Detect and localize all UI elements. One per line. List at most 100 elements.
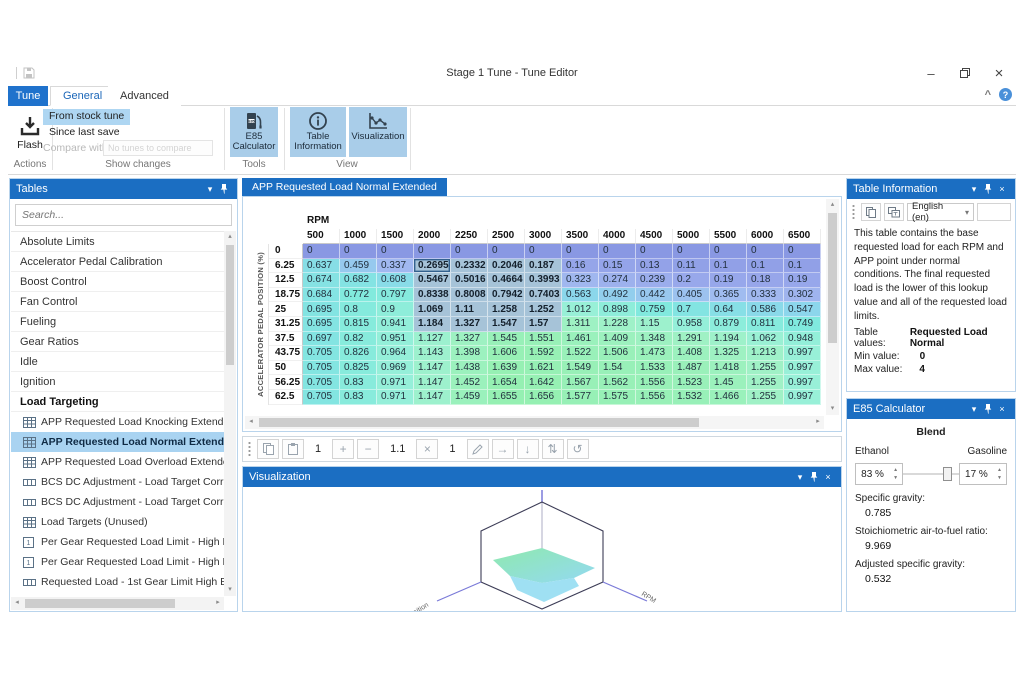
grid-cell[interactable]: 0.684	[303, 288, 340, 303]
grid-cell[interactable]: 0.83	[340, 375, 377, 390]
grid-cell[interactable]: 1.556	[636, 375, 673, 390]
grid-cell[interactable]: 0.898	[599, 302, 636, 317]
close-button[interactable]: ×	[982, 62, 1016, 84]
grid-cell[interactable]: 0.797	[377, 288, 414, 303]
flash-button[interactable]: Flash	[14, 108, 46, 158]
copy-description-button[interactable]	[861, 203, 881, 221]
grid-cell[interactable]: 0	[451, 244, 488, 259]
grid-row-header[interactable]: 0	[269, 244, 303, 259]
grid-cell[interactable]: 1.655	[488, 390, 525, 405]
grid-col-header[interactable]: 3000	[525, 229, 562, 244]
sidebar-category-absolute-limits[interactable]: Absolute Limits	[11, 232, 224, 252]
edit-pencil-button[interactable]	[467, 439, 489, 459]
grid-cell[interactable]: 0.15	[599, 259, 636, 274]
grid-cell[interactable]: 0.682	[340, 273, 377, 288]
sidebar-item-app-requested-load-normal-extended[interactable]: APP Requested Load Normal Extended	[11, 432, 224, 452]
tab-general[interactable]: General	[50, 86, 115, 106]
grid-cell[interactable]: 1.327	[451, 317, 488, 332]
toolbar-grip[interactable]	[247, 441, 252, 457]
show-changes-since-last-save[interactable]: Since last save	[43, 125, 126, 141]
multiply-button[interactable]: ×	[416, 439, 438, 459]
grid-cell[interactable]: 1.255	[747, 361, 784, 376]
grid-cell[interactable]: 1.57	[525, 317, 562, 332]
grid-row-header[interactable]: 37.5	[269, 332, 303, 347]
grid-cell[interactable]: 1.459	[451, 390, 488, 405]
chevron-down-icon[interactable]: ▾	[967, 182, 981, 196]
grid-cell[interactable]: 1.147	[414, 390, 451, 405]
grid-cell[interactable]: 0.705	[303, 375, 340, 390]
chevron-down-icon[interactable]: ▾	[967, 402, 981, 416]
grid-cell[interactable]: 1.012	[562, 302, 599, 317]
grid-cell[interactable]: 1.255	[747, 375, 784, 390]
grid-cell[interactable]: 1.194	[710, 332, 747, 347]
sidebar-item-app-requested-load-knocking-extended[interactable]: APP Requested Load Knocking Extended	[11, 412, 224, 432]
grid-cell[interactable]: 0.5467	[414, 273, 451, 288]
grid-cell[interactable]: 1.522	[562, 346, 599, 361]
grid-cell[interactable]: 0.749	[784, 317, 821, 332]
grid-cell[interactable]: 0.64	[710, 302, 747, 317]
compare-with-combobox[interactable]: No tunes to compare	[103, 140, 213, 156]
grid-cell[interactable]: 0.4664	[488, 273, 525, 288]
translate-icon[interactable]	[884, 203, 904, 221]
grid-cell[interactable]: 0.187	[525, 259, 562, 274]
grid-cell[interactable]: 0.2695	[414, 259, 451, 274]
grid-col-header[interactable]: 6500	[784, 229, 821, 244]
grid-cell[interactable]: 0.333	[747, 288, 784, 303]
grid-cell[interactable]: 1.325	[710, 346, 747, 361]
sidebar-category-accelerator-pedal-calibration[interactable]: Accelerator Pedal Calibration	[11, 252, 224, 272]
grid-cell[interactable]: 0.8008	[451, 288, 488, 303]
show-changes-from-stock[interactable]: From stock tune	[43, 109, 130, 125]
grid-cell[interactable]: 1.606	[488, 346, 525, 361]
grid-cell[interactable]: 0.971	[377, 375, 414, 390]
search-input[interactable]	[15, 204, 232, 226]
copy-button[interactable]	[257, 439, 279, 459]
grid-cell[interactable]: 0.492	[599, 288, 636, 303]
grid-cell[interactable]: 1.311	[562, 317, 599, 332]
paste-button[interactable]	[282, 439, 304, 459]
grid-col-header[interactable]: 3500	[562, 229, 599, 244]
sidebar-category-ignition[interactable]: Ignition	[11, 372, 224, 392]
grid-cell[interactable]: 0.2046	[488, 259, 525, 274]
grid-col-header[interactable]: 6000	[747, 229, 784, 244]
grid-cell[interactable]: 1.418	[710, 361, 747, 376]
ethanol-spinner[interactable]: 83 % ▲▼	[855, 463, 903, 485]
grid-cell[interactable]: 0.8	[340, 302, 377, 317]
sidebar-item-load-targets-unused[interactable]: Load Targets (Unused)	[11, 512, 224, 532]
grid-cell[interactable]: 1.545	[488, 332, 525, 347]
grid-cell[interactable]: 0	[414, 244, 451, 259]
grid-row-header[interactable]: 43.75	[269, 346, 303, 361]
toolbar-grip[interactable]	[851, 204, 856, 220]
grid-cell[interactable]: 0	[673, 244, 710, 259]
grid-cell[interactable]: 1.228	[599, 317, 636, 332]
language-select[interactable]: English (en) ▾	[907, 203, 974, 221]
sidebar-category-fan-control[interactable]: Fan Control	[11, 292, 224, 312]
pin-icon[interactable]	[981, 402, 995, 416]
grid-cell[interactable]: 1.567	[562, 375, 599, 390]
grid-col-header[interactable]: 5500	[710, 229, 747, 244]
grid-cell[interactable]: 0.82	[340, 332, 377, 347]
grid-cell[interactable]: 0.547	[784, 302, 821, 317]
collapse-ribbon-icon[interactable]: ^	[985, 89, 991, 101]
grid-cell[interactable]: 0	[340, 244, 377, 259]
grid-cell[interactable]: 0.971	[377, 390, 414, 405]
grid-horizontal-scrollbar[interactable]: ◂ ▸	[245, 416, 824, 429]
grid-cell[interactable]: 0.7	[673, 302, 710, 317]
grid-cell[interactable]: 0.705	[303, 346, 340, 361]
grid-cell[interactable]: 0.365	[710, 288, 747, 303]
grid-cell[interactable]: 0.969	[377, 361, 414, 376]
grid-cell[interactable]: 0.826	[340, 346, 377, 361]
language-filter-box[interactable]	[977, 203, 1011, 221]
increment-button[interactable]: +	[332, 439, 354, 459]
grid-cell[interactable]: 0.7403	[525, 288, 562, 303]
grid-cell[interactable]: 1.408	[673, 346, 710, 361]
grid-cell[interactable]: 0.442	[636, 288, 673, 303]
surface-plot-3d[interactable]: Accelerator Pedal Position RPM	[243, 487, 841, 611]
grid-col-header[interactable]: 500	[303, 229, 340, 244]
pin-icon[interactable]	[981, 182, 995, 196]
grid-cell[interactable]: 0.964	[377, 346, 414, 361]
grid-cell[interactable]: 1.255	[747, 390, 784, 405]
blend-slider[interactable]	[903, 466, 959, 482]
grid-col-header[interactable]: 1000	[340, 229, 377, 244]
grid-cell[interactable]: 0.18	[747, 273, 784, 288]
gasoline-spinner[interactable]: 17 % ▲▼	[959, 463, 1007, 485]
